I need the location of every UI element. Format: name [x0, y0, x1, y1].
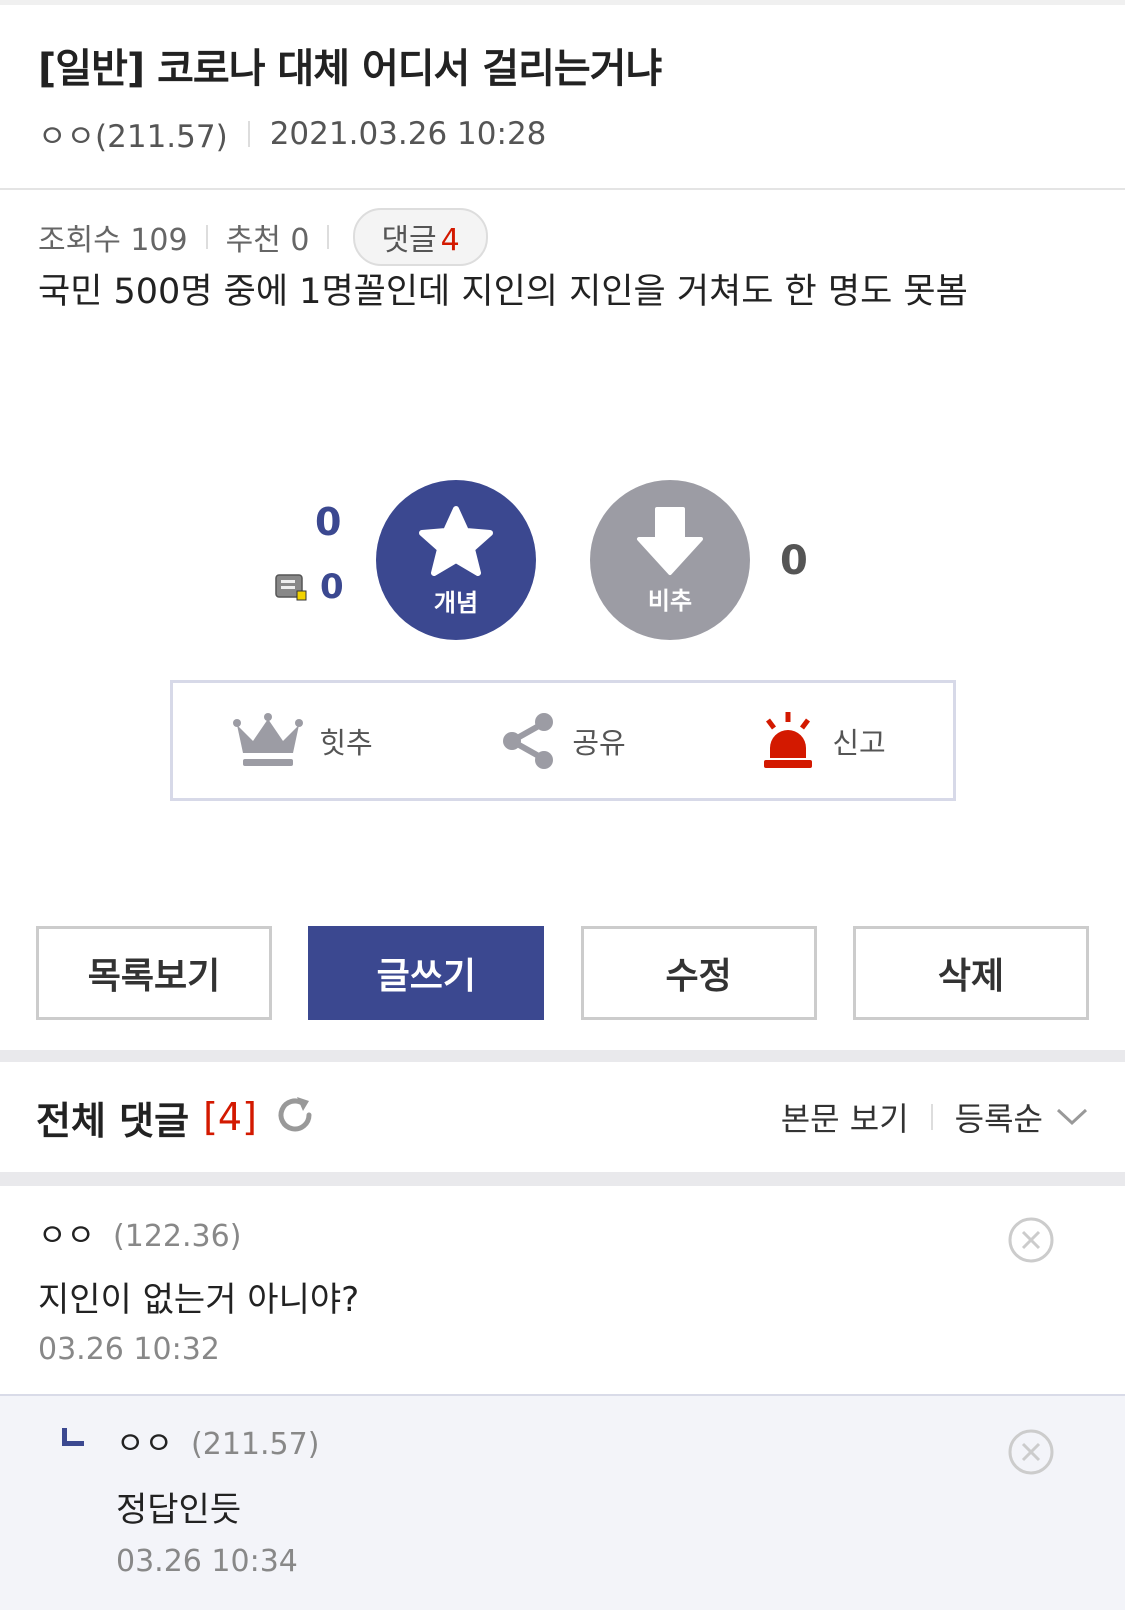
comment-ip: (211.57) — [191, 1427, 320, 1462]
fixed-nick-icon — [275, 573, 308, 601]
hit-recommend-label: 힛추 — [319, 725, 373, 760]
post-datetime: 2021.03.26 10:28 — [269, 115, 547, 152]
downvote-label: 비추 — [647, 586, 693, 615]
recommend-count: 추천 0 — [225, 222, 310, 258]
comment-pill-label: 댓글 — [381, 222, 437, 258]
post-header: [일반] 코로나 대체 어디서 걸리는거냐 ㅇㅇ(211.57) 2021.03… — [0, 5, 1125, 190]
share-button[interactable]: 공유 — [433, 711, 693, 771]
action-box: 힛추 공유 신고 — [170, 680, 956, 801]
share-icon — [503, 712, 554, 769]
view-body-link[interactable]: 본문 보기 — [781, 1094, 909, 1140]
delete-comment-icon[interactable] — [1007, 1216, 1055, 1264]
reply-arrow-icon — [62, 1428, 84, 1446]
upvote-count: 0 — [315, 500, 342, 544]
comment-header-count: [4] — [203, 1095, 257, 1139]
refresh-icon[interactable] — [273, 1093, 317, 1141]
view-count: 조회수 109 — [38, 222, 188, 258]
upvote-label: 개념 — [433, 588, 479, 617]
comment-text: 지인이 없는거 아니야? — [38, 1280, 360, 1320]
fixed-upvote-count: 0 — [320, 567, 344, 607]
meta-divider — [930, 1104, 933, 1130]
upvote-button[interactable]: 개념 — [376, 480, 536, 640]
comment-ip: (122.36) — [113, 1219, 242, 1254]
comment-header-title: 전체 댓글 — [36, 1098, 190, 1143]
comment-item: ㅇㅇ (122.36) 지인이 없는거 아니야? 03.26 10:32 — [0, 1186, 1125, 1396]
comment-author[interactable]: ㅇㅇ (122.36) — [38, 1210, 241, 1255]
comment-text: 정답인듯 — [116, 1490, 242, 1530]
report-label: 신고 — [832, 725, 886, 760]
vote-area: 0 0 개념 비추 0 힛추 공유 신고 — [0, 480, 1125, 801]
comment-pill-count: 4 — [440, 222, 460, 258]
star-icon — [419, 505, 493, 576]
downvote-count: 0 — [780, 538, 808, 584]
meta-divider — [205, 224, 208, 249]
crown-icon — [233, 712, 304, 766]
comment-count-button[interactable]: 댓글 4 — [353, 207, 488, 266]
comment-date: 03.26 10:34 — [116, 1544, 298, 1579]
edit-button[interactable]: 수정 — [580, 926, 817, 1020]
post-title: [일반] 코로나 대체 어디서 걸리는거냐 — [38, 46, 662, 92]
write-button[interactable]: 글쓰기 — [308, 926, 545, 1020]
post-author[interactable]: ㅇㅇ(211.57) — [38, 111, 228, 156]
comment-header-right: 본문 보기 등록순 — [781, 1094, 1089, 1140]
post-body: 국민 500명 중에 1명꼴인데 지인의 지인을 거쳐도 한 명도 못봄 — [38, 272, 968, 312]
section-divider — [0, 1172, 1125, 1186]
list-button[interactable]: 목록보기 — [36, 926, 272, 1020]
comment-date: 03.26 10:32 — [38, 1332, 220, 1367]
sort-select[interactable]: 등록순 — [955, 1094, 1043, 1140]
meta-divider — [327, 224, 330, 249]
post-stats: 조회수 109 추천 0 댓글 4 — [0, 190, 1125, 266]
comment-nickname: ㅇㅇ — [116, 1426, 174, 1462]
delete-comment-icon[interactable] — [1007, 1428, 1055, 1476]
section-divider — [0, 1050, 1125, 1062]
report-button[interactable]: 신고 — [693, 710, 953, 772]
post-meta: ㅇㅇ(211.57) 2021.03.26 10:28 — [38, 111, 1087, 156]
post-button-row: 목록보기 글쓰기 수정 삭제 — [36, 926, 1089, 1020]
chevron-down-icon[interactable] — [1055, 1106, 1089, 1128]
fixed-upvote-row: 0 — [275, 567, 344, 607]
comment-header: 전체 댓글 [4] 본문 보기 등록순 — [0, 1062, 1125, 1172]
meta-divider — [247, 120, 250, 147]
hit-recommend-button[interactable]: 힛추 — [173, 711, 433, 771]
down-arrow-icon — [637, 506, 703, 575]
comment-nickname: ㅇㅇ — [38, 1218, 96, 1254]
siren-icon — [764, 711, 813, 768]
share-label: 공유 — [572, 725, 626, 760]
delete-button[interactable]: 삭제 — [852, 926, 1089, 1020]
reply-item: ㅇㅇ (211.57) 정답인듯 03.26 10:34 — [0, 1396, 1125, 1610]
downvote-button[interactable]: 비추 — [590, 480, 750, 640]
comment-author[interactable]: ㅇㅇ (211.57) — [116, 1418, 319, 1463]
